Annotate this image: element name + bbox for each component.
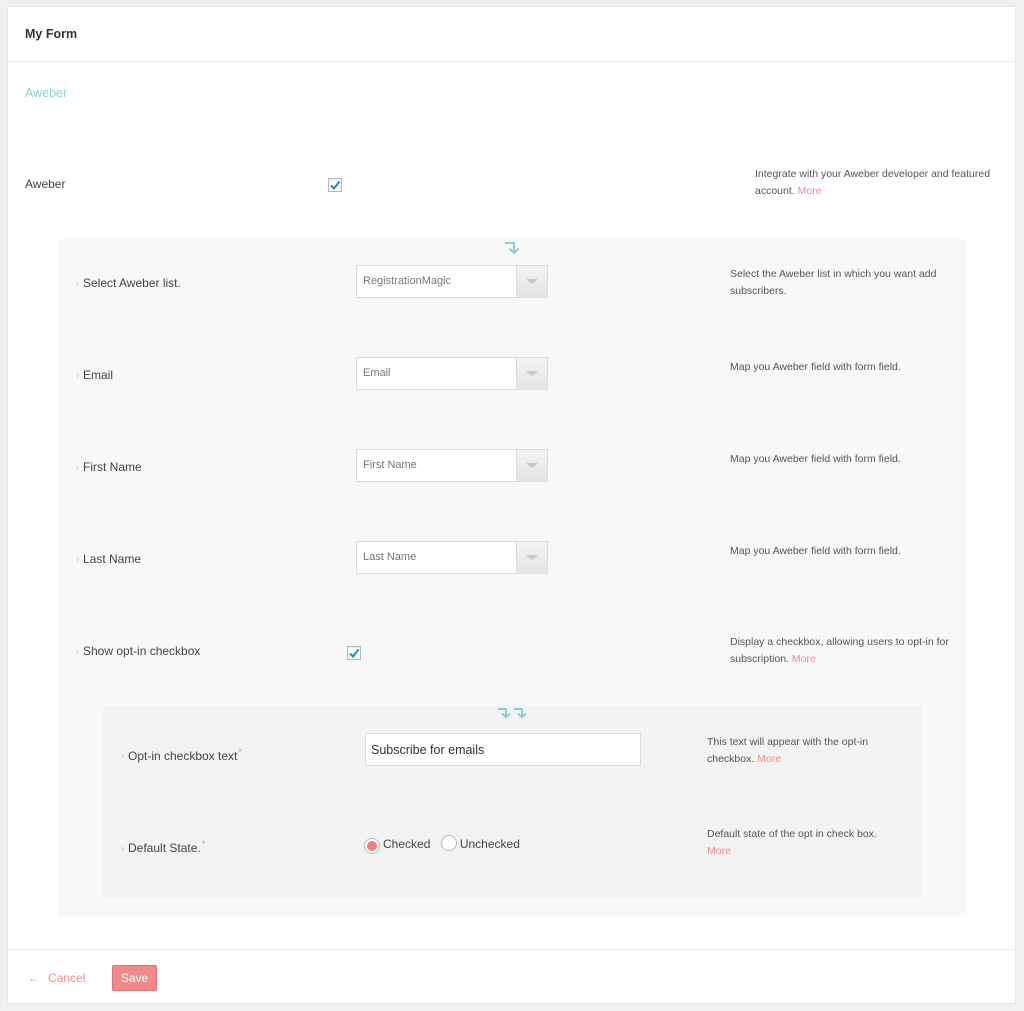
last-name-field-select[interactable]: Last Name xyxy=(356,541,548,574)
checkmark-icon xyxy=(349,648,360,659)
field-label-aweber-list: › Select Aweber list. xyxy=(76,276,181,290)
checkmark-icon xyxy=(330,180,341,191)
field-label-email: › Email xyxy=(76,368,114,382)
chevron-right-icon: › xyxy=(76,370,79,380)
chevron-right-icon: › xyxy=(121,751,124,761)
dropdown-button[interactable] xyxy=(516,542,547,573)
chevron-down-icon xyxy=(526,371,538,376)
email-field-select[interactable]: Email xyxy=(356,357,548,390)
subsection-arrow-icon xyxy=(505,242,520,255)
optin-checkbox[interactable] xyxy=(347,646,361,660)
aweber-list-help: Select the Aweber list in which you want… xyxy=(730,268,937,297)
optin-more-link[interactable]: More xyxy=(792,653,816,665)
chevron-right-icon: › xyxy=(76,278,79,288)
chevron-right-icon: › xyxy=(76,462,79,472)
aweber-label: Aweber xyxy=(25,177,66,191)
double-subsection-arrow-icon xyxy=(498,708,527,719)
section-title: Aweber xyxy=(25,86,68,100)
required-asterisk: * xyxy=(238,747,242,757)
radio-unchecked-label[interactable]: Unchecked xyxy=(460,837,520,851)
default-state-help: Default state of the opt in check box. M… xyxy=(707,828,877,857)
cancel-button[interactable]: ← Cancel xyxy=(28,971,85,985)
aweber-more-link[interactable]: More xyxy=(798,185,822,197)
required-asterisk: * xyxy=(201,839,206,849)
field-label-first-name: › First Name xyxy=(76,460,142,474)
dropdown-button[interactable] xyxy=(516,266,547,297)
optin-label: › Show opt-in checkbox xyxy=(76,644,201,658)
save-button[interactable]: Save xyxy=(112,965,157,991)
optin-text-input[interactable] xyxy=(365,733,641,766)
chevron-right-icon: › xyxy=(121,843,124,853)
arrow-left-icon: ← xyxy=(28,971,40,985)
aweber-list-select[interactable]: RegistrationMagic xyxy=(356,265,548,298)
radio-checked[interactable] xyxy=(364,838,380,854)
chevron-down-icon xyxy=(526,279,538,284)
optin-text-more-link[interactable]: More xyxy=(757,753,781,765)
card-header: My Form xyxy=(8,7,1015,62)
default-state-radio-group: Checked Unchecked xyxy=(364,835,526,854)
first-name-help: Map you Aweber field with form field. xyxy=(730,453,901,465)
email-help: Map you Aweber field with form field. xyxy=(730,361,901,373)
form-card: My Form Aweber Aweber Integrate with you… xyxy=(7,6,1016,1004)
radio-checked-label[interactable]: Checked xyxy=(383,837,430,851)
last-name-help: Map you Aweber field with form field. xyxy=(730,545,901,557)
card-footer: ← Cancel Save xyxy=(8,949,1015,1005)
radio-unchecked[interactable] xyxy=(440,835,457,851)
aweber-checkbox[interactable] xyxy=(328,178,342,192)
first-name-field-select[interactable]: First Name xyxy=(356,449,548,482)
default-state-label: › Default State.* xyxy=(121,839,206,855)
optin-text-label: › Opt-in checkbox text* xyxy=(121,747,242,763)
field-label-last-name: › Last Name xyxy=(76,552,142,566)
dropdown-button[interactable] xyxy=(516,358,547,389)
optin-text-help: This text will appear with the opt-in ch… xyxy=(707,736,869,765)
chevron-right-icon: › xyxy=(76,554,79,564)
optin-help: Display a checkbox, allowing users to op… xyxy=(730,636,949,665)
chevron-down-icon xyxy=(526,463,538,468)
aweber-help: Integrate with your Aweber developer and… xyxy=(755,168,991,197)
chevron-down-icon xyxy=(526,555,538,560)
dropdown-button[interactable] xyxy=(516,450,547,481)
chevron-right-icon: › xyxy=(76,646,79,656)
default-state-more-link[interactable]: More xyxy=(707,845,731,857)
page-title: My Form xyxy=(25,27,78,41)
